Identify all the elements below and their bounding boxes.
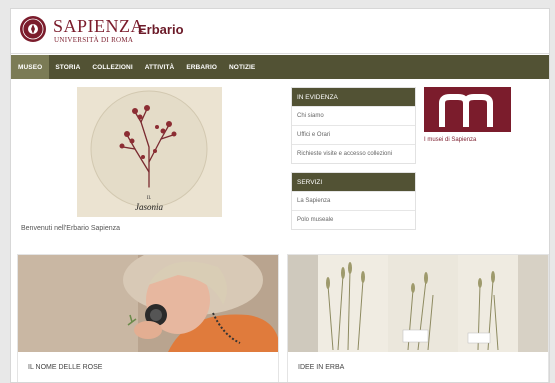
in-evidenza-title: IN EVIDENZA (292, 88, 415, 106)
card-idee-in-erba[interactable]: IDEE IN ERBA (287, 254, 549, 382)
servizi-box: SERVIZI La Sapienza Polo museale (291, 172, 416, 230)
researcher-microscope-image (18, 255, 278, 352)
site-header: SAPIENZA UNIVERSITÀ DI ROMA Erbario (11, 9, 549, 54)
site-title[interactable]: Erbario (138, 22, 184, 37)
nav-item-storia[interactable]: STORIA (49, 55, 86, 79)
nav-item-collezioni[interactable]: COLLEZIONI (86, 55, 138, 79)
musei-sapienza-logo[interactable] (424, 87, 511, 132)
herbarium-specimen-image: II. Jasonia (77, 87, 222, 217)
page: SAPIENZA UNIVERSITÀ DI ROMA Erbario MUSE… (10, 8, 550, 383)
brand-subtitle: UNIVERSITÀ DI ROMA (54, 36, 134, 44)
nav-item-attivita[interactable]: ATTIVITÀ (139, 55, 181, 79)
sapienza-seal-logo[interactable] (19, 14, 47, 44)
nav-item-erbario[interactable]: ERBARIO (180, 55, 223, 79)
link-polo-museale[interactable]: Polo museale (292, 210, 415, 229)
brand-name[interactable]: SAPIENZA (53, 16, 144, 37)
musei-caption[interactable]: I musei di Sapienza (424, 137, 476, 143)
in-evidenza-box: IN EVIDENZA Chi siamo Uffici e Orari Ric… (291, 87, 416, 164)
main-nav: MUSEO STORIA COLLEZIONI ATTIVITÀ ERBARIO… (11, 55, 549, 79)
nav-item-museo[interactable]: MUSEO (11, 55, 50, 79)
link-uffici-orari[interactable]: Uffici e Orari (292, 125, 415, 144)
hero-caption: Benvenuti nell'Erbario Sapienza (21, 225, 121, 232)
link-chi-siamo[interactable]: Chi siamo (292, 106, 415, 125)
nav-item-notizie[interactable]: NOTIZIE (223, 55, 261, 79)
servizi-title: SERVIZI (292, 173, 415, 191)
card-il-nome-delle-rose[interactable]: IL NOME DELLE ROSE (17, 254, 279, 382)
card-label-nome-rose[interactable]: IL NOME DELLE ROSE (28, 364, 102, 371)
herbarium-sheets-image (288, 255, 548, 352)
svg-text:II.: II. (147, 196, 152, 201)
specimen-label: Jasonia (135, 202, 163, 212)
card-label-idee-erba[interactable]: IDEE IN ERBA (298, 364, 344, 371)
link-la-sapienza[interactable]: La Sapienza (292, 191, 415, 210)
link-richieste-visite[interactable]: Richieste visite e accesso collezioni (292, 144, 415, 163)
